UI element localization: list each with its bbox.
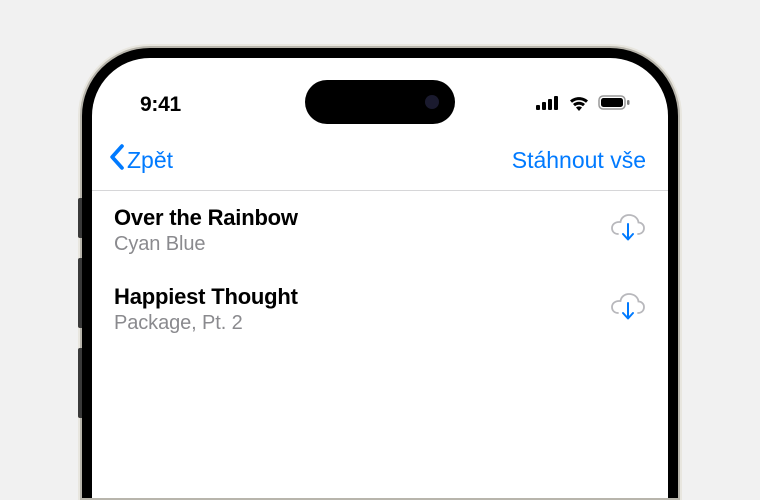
back-label: Zpět [127, 147, 173, 174]
list-text: Happiest Thought Package, Pt. 2 [114, 284, 298, 335]
back-button[interactable]: Zpět [108, 144, 173, 176]
battery-icon [598, 95, 630, 115]
phone-screen: 9:41 Zpět Stáhnout vše [92, 58, 668, 498]
song-artist: Cyan Blue [114, 233, 298, 256]
side-button [78, 198, 82, 238]
wifi-icon [568, 95, 590, 116]
list-item[interactable]: Happiest Thought Package, Pt. 2 [92, 270, 668, 349]
cellular-icon [536, 95, 560, 115]
list-item[interactable]: Over the Rainbow Cyan Blue [92, 191, 668, 270]
list-text: Over the Rainbow Cyan Blue [114, 205, 298, 256]
volume-up-button [78, 258, 82, 328]
download-button[interactable] [610, 213, 646, 248]
phone-frame: 9:41 Zpět Stáhnout vše [82, 48, 678, 498]
song-title: Happiest Thought [114, 284, 298, 310]
volume-down-button [78, 348, 82, 418]
song-title: Over the Rainbow [114, 205, 298, 231]
status-time: 9:41 [140, 93, 181, 117]
dynamic-island [305, 80, 455, 124]
status-icons [536, 95, 630, 116]
download-all-button[interactable]: Stáhnout vše [512, 147, 646, 174]
cloud-download-icon [610, 292, 646, 322]
cloud-download-icon [610, 213, 646, 243]
chevron-left-icon [108, 144, 125, 176]
song-artist: Package, Pt. 2 [114, 312, 298, 335]
download-button[interactable] [610, 292, 646, 327]
nav-bar: Zpět Stáhnout vše [92, 126, 668, 191]
